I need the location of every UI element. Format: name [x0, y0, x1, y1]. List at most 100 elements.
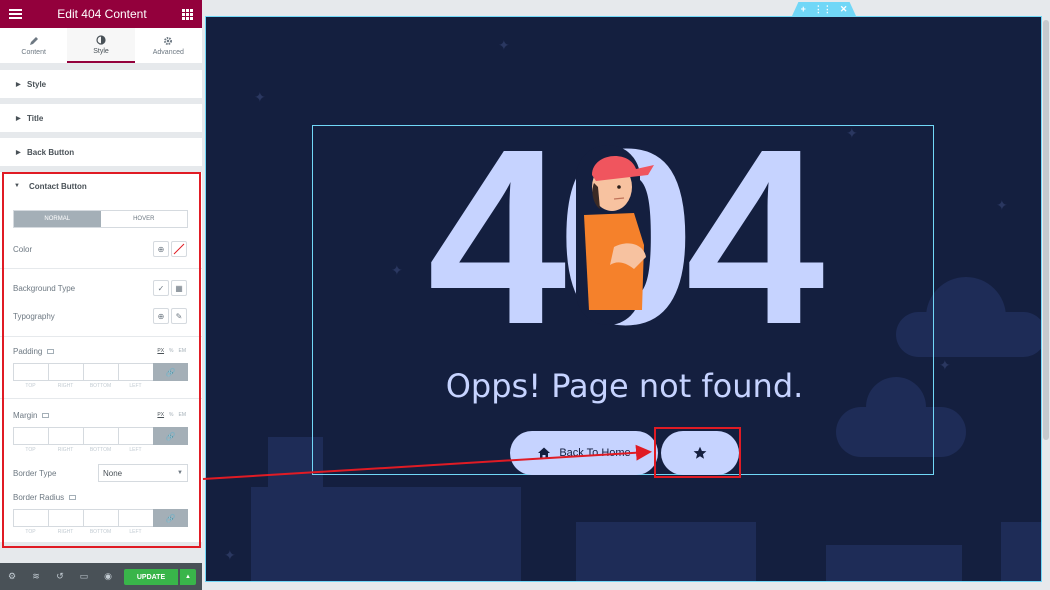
- divider: [0, 336, 202, 337]
- border-radius-inputs: 🔗: [13, 509, 188, 527]
- margin-top-input[interactable]: [13, 427, 48, 445]
- unit-px[interactable]: PX: [157, 348, 164, 354]
- history-icon[interactable]: ↺: [48, 571, 72, 582]
- tab-content[interactable]: Content: [0, 28, 67, 63]
- close-icon[interactable]: ✕: [840, 4, 848, 15]
- back-to-home-button[interactable]: Back To Home: [510, 431, 658, 475]
- panel-tabs: Content Style Advanced: [0, 28, 202, 64]
- border-type-label: Border Type: [13, 469, 57, 478]
- editor-app: Edit 404 Content Content Style Advanced …: [0, 0, 1050, 590]
- tab-normal[interactable]: NORMAL: [14, 211, 101, 227]
- building-decoration: [251, 487, 521, 581]
- hamburger-menu-icon[interactable]: [9, 9, 22, 19]
- tab-advanced[interactable]: Advanced: [135, 28, 202, 63]
- caret-down-icon: ▼: [14, 183, 20, 189]
- canvas-scrollbar[interactable]: [1043, 20, 1049, 440]
- panel-title: Edit 404 Content: [57, 7, 147, 21]
- desktop-icon[interactable]: [47, 349, 55, 355]
- desktop-icon[interactable]: [42, 413, 50, 419]
- building-decoration: [576, 522, 756, 581]
- radius-right-input[interactable]: [48, 509, 83, 527]
- preview-eye-icon[interactable]: ◉: [96, 571, 120, 582]
- responsive-icon[interactable]: ▭: [72, 571, 96, 582]
- section-title[interactable]: ▶ Title: [0, 104, 202, 132]
- padding-label: Padding: [13, 347, 55, 356]
- tab-hover[interactable]: HOVER: [101, 211, 188, 227]
- star-decoration-icon: ✦: [254, 89, 266, 105]
- widgets-grid-icon[interactable]: [182, 8, 193, 20]
- radius-dim-labels: TOP RIGHT BOTTOM LEFT: [25, 529, 142, 535]
- margin-label: Margin: [13, 411, 50, 420]
- not-found-message: Opps! Page not found.: [445, 367, 804, 405]
- gradient-icon[interactable]: ▦: [171, 280, 187, 296]
- padding-units: PX % EM: [157, 348, 186, 354]
- margin-right-input[interactable]: [48, 427, 83, 445]
- color-label: Color: [13, 245, 33, 254]
- caret-right-icon: ▶: [16, 81, 21, 88]
- color-picker-swatch[interactable]: [171, 241, 187, 257]
- home-icon: [538, 447, 551, 459]
- padding-dim-labels: TOP RIGHT BOTTOM LEFT: [25, 383, 142, 389]
- global-typography-icon[interactable]: ⊕: [153, 308, 169, 324]
- padding-top-input[interactable]: [13, 363, 48, 381]
- margin-units: PX % EM: [157, 412, 186, 418]
- settings-gear-icon[interactable]: ⚙: [0, 571, 24, 582]
- caret-right-icon: ▶: [16, 149, 21, 156]
- border-type-select[interactable]: None ▼: [98, 464, 188, 482]
- background-type-label: Background Type: [13, 284, 76, 293]
- radius-top-input[interactable]: [13, 509, 48, 527]
- padding-left-input[interactable]: [118, 363, 153, 381]
- edit-pencil-icon[interactable]: ✎: [171, 308, 187, 324]
- section-back-button[interactable]: ▶ Back Button: [0, 138, 202, 166]
- section-handle-toolbar[interactable]: + ⋮⋮ ✕: [792, 2, 856, 16]
- layers-icon[interactable]: ≋: [24, 571, 48, 582]
- link-values-icon[interactable]: 🔗: [153, 509, 188, 527]
- panel-header: Edit 404 Content: [0, 0, 202, 28]
- radius-bottom-input[interactable]: [83, 509, 118, 527]
- gear-icon: [164, 36, 173, 45]
- margin-dim-labels: TOP RIGHT BOTTOM LEFT: [25, 447, 142, 453]
- building-decoration: [1001, 522, 1041, 581]
- padding-inputs: 🔗: [13, 363, 188, 381]
- unit-percent[interactable]: %: [169, 412, 173, 418]
- caret-up-icon[interactable]: ▲: [180, 569, 196, 585]
- padding-bottom-input[interactable]: [83, 363, 118, 381]
- link-values-icon[interactable]: 🔗: [153, 363, 188, 381]
- brush-icon[interactable]: ✓: [153, 280, 169, 296]
- unit-em[interactable]: EM: [179, 348, 187, 354]
- page-404-stage: ✦ ✦ ✦ ✦ ✦ ✦ ✦ 404: [205, 16, 1042, 582]
- pencil-icon: [29, 36, 38, 45]
- padding-right-input[interactable]: [48, 363, 83, 381]
- no-color-slash-icon: [173, 243, 185, 255]
- section-contact-button: ▼ Contact Button NORMAL HOVER Color ⊕ Ba…: [0, 172, 202, 542]
- building-decoration: [826, 545, 962, 581]
- annotation-highlight-contact-button: [654, 427, 741, 478]
- link-values-icon[interactable]: 🔗: [153, 427, 188, 445]
- unit-percent[interactable]: %: [169, 348, 173, 354]
- caret-right-icon: ▶: [16, 115, 21, 122]
- divider: [0, 398, 202, 399]
- state-tabs: NORMAL HOVER: [13, 210, 188, 228]
- star-decoration-icon: ✦: [498, 37, 510, 53]
- radius-left-input[interactable]: [118, 509, 153, 527]
- tab-style[interactable]: Style: [67, 28, 135, 63]
- contact-button-header[interactable]: ▼ Contact Button: [0, 172, 202, 200]
- margin-left-input[interactable]: [118, 427, 153, 445]
- unit-em[interactable]: EM: [179, 412, 187, 418]
- chevron-down-icon: ▼: [177, 470, 183, 476]
- star-decoration-icon: ✦: [996, 197, 1008, 213]
- margin-bottom-input[interactable]: [83, 427, 118, 445]
- preview-canvas: ✦ ✦ ✦ ✦ ✦ ✦ ✦ 404: [202, 0, 1050, 590]
- typography-label: Typography: [13, 312, 55, 321]
- half-circle-icon: [96, 34, 106, 45]
- editor-panel: Edit 404 Content Content Style Advanced …: [0, 0, 202, 590]
- global-color-icon[interactable]: ⊕: [153, 241, 169, 257]
- unit-px[interactable]: PX: [157, 412, 164, 418]
- desktop-icon[interactable]: [69, 495, 77, 501]
- star-decoration-icon: ✦: [224, 547, 236, 563]
- update-button[interactable]: UPDATE: [124, 569, 178, 585]
- section-style[interactable]: ▶ Style: [0, 70, 202, 98]
- drag-handle-icon[interactable]: ⋮⋮: [814, 4, 832, 15]
- character-peeking-illustration: [576, 145, 654, 325]
- add-section-icon[interactable]: +: [801, 4, 806, 14]
